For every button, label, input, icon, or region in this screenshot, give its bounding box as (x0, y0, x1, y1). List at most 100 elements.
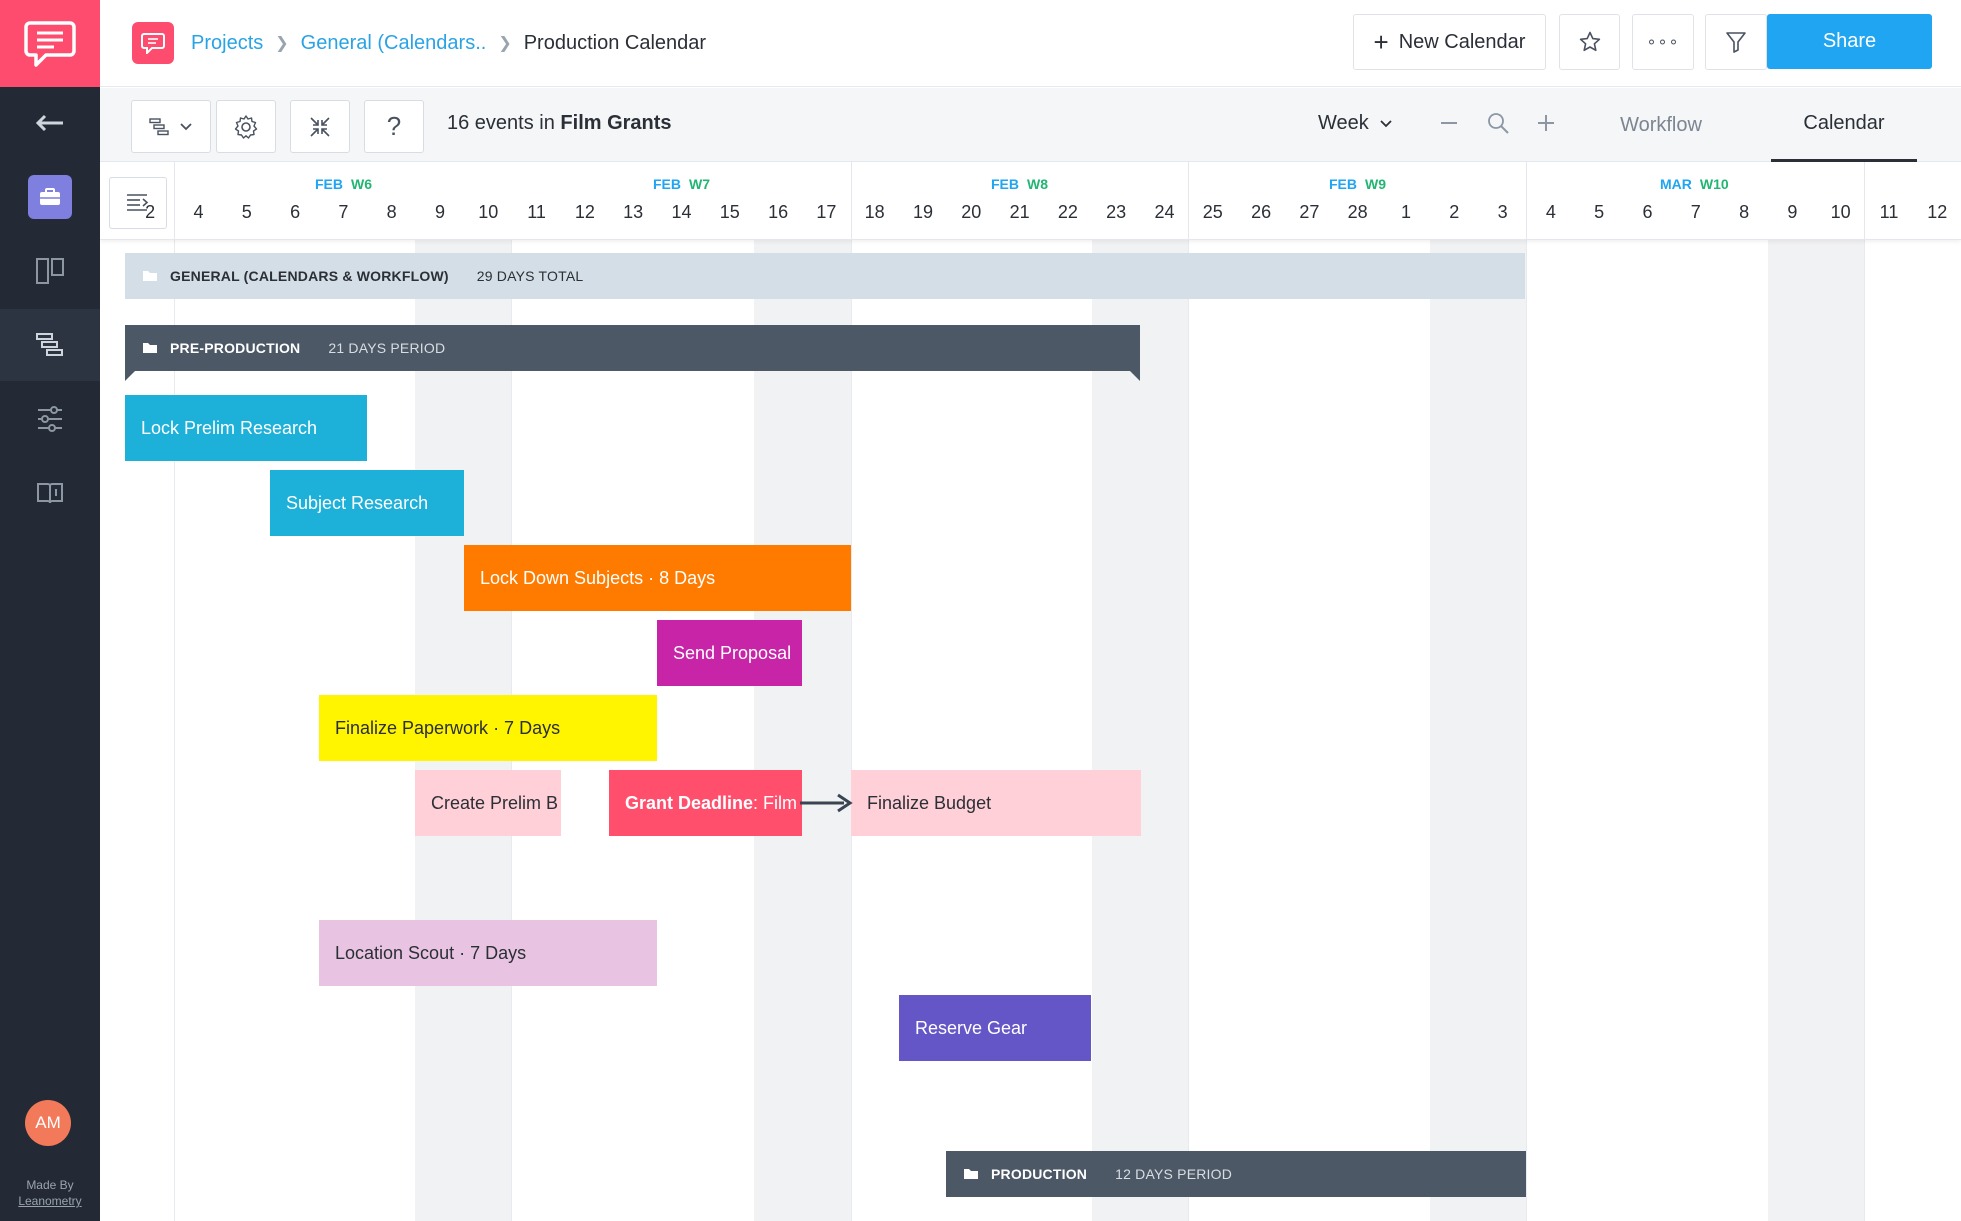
more-icon: ∘∘∘ (1646, 34, 1680, 51)
folder-icon (963, 1168, 979, 1180)
day-number: 8 (386, 202, 397, 222)
week-separator (1864, 240, 1865, 1221)
event-subject-research[interactable]: Subject Research (270, 470, 464, 536)
sidebar-item-board[interactable] (0, 235, 100, 307)
filter-button[interactable] (1705, 14, 1767, 70)
event-count-project: Film Grants (560, 112, 672, 134)
event-count-prefix: 16 events in (447, 112, 555, 134)
week-month: MAR (1660, 176, 1692, 192)
sliders-icon (38, 406, 62, 432)
phase-bracket-right (1130, 371, 1140, 381)
phase-production[interactable]: PRODUCTION 12 DAYS PERIOD (946, 1151, 1526, 1197)
week-separator (1864, 162, 1865, 240)
sidebar-item-settings[interactable] (0, 383, 100, 455)
sidebar-item-projects[interactable] (0, 161, 100, 233)
event-lock-prelim-research[interactable]: Lock Prelim Research (125, 395, 367, 461)
day-number: 24 (1154, 202, 1175, 222)
zoom-out-button[interactable] (1434, 108, 1464, 138)
time-scale-select[interactable]: Week (1318, 112, 1393, 135)
event-count: 16 events in Film Grants (447, 112, 672, 135)
phase-general[interactable]: GENERAL (CALENDARS & WORKFLOW) 29 DAYS T… (125, 253, 1525, 299)
sidebar-item-timeline[interactable] (0, 309, 100, 381)
phase-duration: 29 DAYS TOTAL (476, 268, 584, 284)
week-month: FEB (991, 176, 1019, 192)
week-separator (1188, 162, 1189, 240)
breadcrumb-projects[interactable]: Projects (191, 32, 263, 55)
phase-pre-production[interactable]: PRE-PRODUCTION 21 DAYS PERIOD (125, 325, 1140, 381)
week-number: W9 (1365, 176, 1386, 192)
filter-icon (1726, 32, 1746, 53)
zoom-reset-button[interactable] (1483, 108, 1513, 138)
day-number: 16 (768, 202, 789, 222)
zoom-icon (1488, 113, 1509, 134)
collapse-icon (310, 116, 330, 137)
day-number: 9 (434, 202, 445, 222)
week-label: FEB W6 (315, 176, 372, 192)
phase-duration: 21 DAYS PERIOD (328, 340, 446, 356)
view-mode-dropdown[interactable] (131, 100, 211, 153)
day-number: 20 (961, 202, 982, 222)
phase-bracket-left (125, 371, 135, 381)
made-by-label: Made By (26, 1178, 74, 1192)
week-separator (851, 162, 852, 240)
more-options-button[interactable]: ∘∘∘ (1632, 14, 1694, 70)
day-number: 8 (1739, 202, 1750, 222)
chevron-right-icon: ❯ (498, 35, 512, 52)
made-by-credit[interactable]: Made By Leanometry (0, 1177, 100, 1209)
day-number: 21 (1009, 202, 1030, 222)
phase-name: PRE-PRODUCTION (170, 340, 301, 356)
plus-icon: + (1373, 26, 1389, 57)
help-button[interactable]: ? (364, 100, 424, 153)
time-scale-value: Week (1318, 112, 1369, 134)
collapse-button[interactable] (290, 100, 350, 153)
week-month: FEB (1329, 176, 1357, 192)
week-month: FEB (315, 176, 343, 192)
folder-icon (142, 270, 158, 282)
event-finalize-paperwork[interactable]: Finalize Paperwork · 7 Days (319, 695, 657, 761)
week-label: FEB W8 (991, 176, 1048, 192)
day-number: 1 (1400, 202, 1411, 222)
week-separator (1526, 162, 1527, 240)
day-number: 26 (1251, 202, 1272, 222)
event-lock-down-subjects[interactable]: Lock Down Subjects · 8 Days (464, 545, 851, 611)
settings-button[interactable] (216, 100, 276, 153)
app-logo[interactable] (0, 0, 100, 87)
event-location-scout[interactable]: Location Scout · 7 Days (319, 920, 657, 986)
event-finalize-budget[interactable]: Finalize Budget (851, 770, 1141, 836)
event-grant-deadline[interactable]: Grant Deadline: Film (609, 770, 802, 836)
day-number: 18 (864, 202, 885, 222)
project-badge[interactable] (132, 22, 174, 64)
share-button[interactable]: Share (1767, 14, 1932, 69)
day-number: 23 (1106, 202, 1127, 222)
timeline-icon (36, 333, 63, 356)
favorite-button[interactable] (1559, 14, 1620, 70)
phase-name: GENERAL (CALENDARS & WORKFLOW) (170, 268, 449, 284)
dependency-arrow-icon (800, 793, 853, 813)
event-send-proposal[interactable]: Send Proposal (657, 620, 802, 686)
day-number: 10 (1830, 202, 1851, 222)
weekend-column (1430, 240, 1526, 1221)
sidebar-item-docs[interactable] (0, 457, 100, 529)
made-by-brand[interactable]: Leanometry (0, 1193, 100, 1209)
zoom-in-button[interactable] (1531, 108, 1561, 138)
timeline-icon (149, 117, 169, 135)
sidebar-back[interactable] (0, 87, 100, 159)
event-reserve-gear[interactable]: Reserve Gear (899, 995, 1091, 1061)
event-create-prelim-budget[interactable]: Create Prelim B (415, 770, 561, 836)
week-number: W8 (1027, 176, 1048, 192)
day-number: 9 (1787, 202, 1798, 222)
new-calendar-button[interactable]: + New Calendar (1353, 14, 1546, 70)
back-arrow-icon (35, 114, 63, 132)
day-number: 13 (623, 202, 644, 222)
chat-logo-icon (24, 20, 76, 67)
day-number: 27 (1299, 202, 1320, 222)
tab-calendar[interactable]: Calendar (1771, 88, 1917, 162)
user-avatar[interactable]: AM (25, 1100, 71, 1146)
day-number: 3 (1497, 202, 1508, 222)
chevron-down-icon (180, 122, 192, 130)
day-number: 10 (478, 202, 499, 222)
chevron-right-icon: ❯ (275, 35, 289, 52)
breadcrumb-general[interactable]: General (Calendars.. (301, 32, 487, 55)
tab-workflow[interactable]: Workflow (1596, 88, 1726, 162)
week-separator (174, 162, 175, 240)
